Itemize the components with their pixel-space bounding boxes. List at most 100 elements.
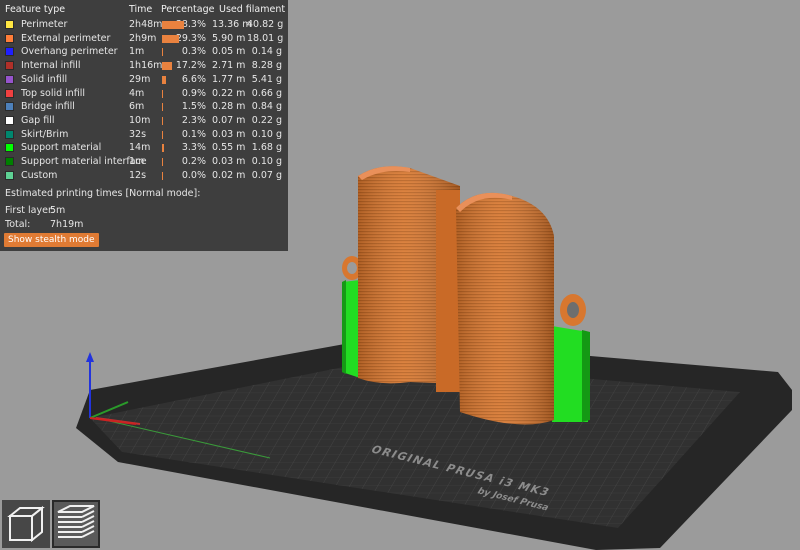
feature-percentage: 0.2% [181, 156, 206, 167]
legend-row[interactable]: Internal infill 1h16m 17.2% 2.71 m 8.28 g [0, 59, 288, 73]
legend-row[interactable]: Solid infill 29m 6.6% 1.77 m 5.41 g [0, 73, 288, 87]
feature-length: 0.03 m [212, 128, 246, 140]
color-swatch [5, 102, 14, 112]
first-layer-label: First layer: [5, 205, 55, 216]
3d-view-icon [7, 505, 45, 543]
feature-weight: 5.41 g [251, 73, 282, 85]
legend-row[interactable]: Support material interface 1m 0.2% 0.03 m 0.… [0, 155, 288, 169]
color-swatch [5, 143, 14, 153]
percentage-bar [162, 48, 163, 57]
feature-time: 32s [129, 128, 147, 140]
color-swatch [5, 157, 14, 166]
header-used-filament: Used filament [219, 4, 286, 15]
percentage-bar [162, 62, 172, 71]
header-feature-type: Feature type [5, 4, 66, 15]
feature-percentage: 0.1% [181, 128, 206, 140]
feature-weight: 0.07 g [251, 169, 282, 181]
feature-percentage: 1.5% [181, 101, 206, 113]
feature-weight: 8.28 g [251, 60, 282, 72]
feature-length: 0.02 m [212, 169, 246, 181]
feature-name: Internal infill [21, 60, 81, 72]
percentage-bar [162, 144, 164, 153]
feature-name: Skirt/Brim [21, 128, 69, 140]
legend-row[interactable]: Gap fill 10m 2.3% 0.07 m 0.22 g [0, 114, 288, 128]
feature-length: 0.05 m [212, 46, 246, 58]
estimated-times-label: Estimated printing times [Normal mode]: [5, 188, 201, 199]
feature-percentage: 6.6% [181, 73, 206, 85]
color-swatch [5, 20, 14, 29]
feature-time: 12s [129, 169, 147, 181]
feature-percentage: 0.3% [181, 46, 206, 58]
show-stealth-mode-button[interactable]: Show stealth mode [4, 233, 99, 247]
feature-length: 5.90 m [212, 32, 246, 44]
feature-percentage: 3.3% [181, 142, 206, 154]
feature-weight: 0.66 g [251, 87, 282, 99]
color-swatch [5, 88, 14, 98]
feature-name: Gap fill [21, 114, 55, 126]
feature-name: Overhang perimeter [21, 46, 118, 58]
feature-length: 13.36 m [212, 19, 252, 30]
feature-weight: 1.68 g [251, 142, 282, 154]
legend-row[interactable]: Top solid infill 4m 0.9% 0.22 m 0.66 g [0, 87, 288, 101]
percentage-bar [162, 21, 184, 29]
percentage-bar [162, 130, 163, 139]
total-value: 7h19m [50, 219, 84, 230]
feature-percentage: 29.3% [175, 32, 206, 44]
feature-time: 14m [129, 142, 151, 154]
legend-header: Feature type Time Percentage Used filame… [0, 3, 288, 17]
feature-weight: 0.22 g [251, 114, 282, 126]
feature-name: Support material [21, 142, 102, 154]
legend-row[interactable]: Support material 14m 3.3% 0.55 m 1.68 g [0, 141, 288, 155]
percentage-bar [162, 116, 163, 125]
color-swatch [5, 47, 14, 57]
feature-time: 6m [129, 101, 145, 113]
feature-length: 0.22 m [212, 87, 246, 99]
feature-percentage: 0.0% [181, 169, 206, 181]
feature-name: External perimeter [21, 32, 111, 44]
feature-weight: 0.84 g [251, 101, 282, 113]
percentage-bar [162, 34, 179, 43]
feature-time: 1h16m [129, 60, 163, 72]
feature-name: Solid infill [21, 73, 68, 85]
legend-row[interactable]: Overhang perimeter 1m 0.3% 0.05 m 0.14 g [0, 45, 288, 59]
color-swatch [5, 61, 14, 71]
percentage-bar [162, 75, 166, 84]
feature-percentage: 17.2% [175, 60, 206, 72]
feature-length: 1.77 m [212, 73, 246, 85]
feature-weight: 0.10 g [251, 128, 282, 140]
color-swatch [5, 33, 14, 43]
color-swatch [5, 170, 14, 180]
feature-length: 0.28 m [212, 101, 246, 113]
percentage-bar [162, 103, 163, 112]
view-preview-layers-button[interactable] [52, 500, 100, 548]
feature-name: Bridge infill [21, 101, 75, 113]
feature-time: 4m [129, 87, 145, 99]
color-swatch [5, 115, 14, 125]
legend-row[interactable]: External perimeter 2h9m 29.3% 5.90 m 18.01 g [0, 32, 288, 46]
legend-row[interactable]: Bridge infill 6m 1.5% 0.28 m 0.84 g [0, 100, 288, 114]
feature-percentage: 0.9% [181, 87, 206, 99]
feature-weight: 40.82 g [247, 19, 284, 30]
feature-time: 2h48m [129, 19, 163, 30]
feature-name: Support material interface [21, 156, 147, 167]
feature-time: 1m [129, 46, 145, 58]
feature-length: 0.03 m [212, 156, 246, 167]
feature-name: Top solid infill [21, 87, 86, 99]
legend-row[interactable]: Custom 12s 0.0% 0.02 m 0.07 g [0, 169, 288, 183]
percentage-bar [162, 158, 163, 166]
feature-name: Custom [21, 169, 58, 181]
total-label: Total: [5, 219, 31, 230]
header-percentage: Percentage [161, 4, 215, 15]
feature-weight: 0.14 g [251, 46, 282, 58]
print-statistics-legend: Feature type Time Percentage Used filame… [0, 0, 288, 251]
legend-row[interactable]: Skirt/Brim 32s 0.1% 0.03 m 0.10 g [0, 128, 288, 142]
feature-time: 2h9m [129, 32, 157, 44]
percentage-bar [162, 171, 163, 180]
header-time: Time [129, 4, 153, 15]
view-3d-button[interactable] [2, 500, 50, 548]
feature-percentage: 2.3% [181, 114, 206, 126]
legend-row[interactable]: Perimeter 2h48m 38.3% 13.36 m 40.82 g [0, 18, 288, 32]
percentage-bar [162, 89, 163, 98]
feature-length: 0.55 m [212, 142, 246, 154]
preview-layers-icon [57, 505, 95, 538]
